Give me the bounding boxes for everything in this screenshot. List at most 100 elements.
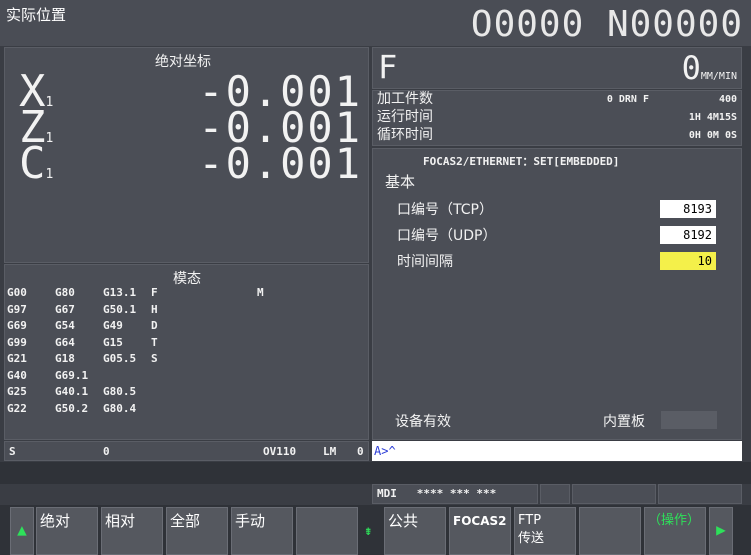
lm-value: 0 [357, 445, 364, 458]
gcode-cell [257, 401, 277, 418]
gcode-row: G00 G80 G13.1 F M [7, 285, 277, 302]
gcode-row: G22 G50.2 G80.4 [7, 401, 277, 418]
gcode-row: G99 G64 G15 T [7, 335, 277, 352]
device-valid-value: 内置板 [603, 414, 645, 430]
time-interval-field[interactable]: 10 [660, 252, 716, 270]
key-input-buffer[interactable]: A>^ [372, 441, 742, 461]
gcode-cell [257, 351, 277, 368]
s-value: 0 [103, 445, 110, 458]
gcode-cell: G49 [103, 319, 123, 332]
gcode-cell [103, 368, 151, 385]
gcode-cell: G18 [55, 352, 75, 365]
softkey-ftp-transfer[interactable]: FTP 传送 [514, 507, 576, 555]
gcode-cell: G50.2 [55, 401, 89, 415]
udp-port-field[interactable]: 8192 [660, 226, 716, 244]
softkey-blank-2[interactable] [579, 507, 641, 555]
gcode-cell: S [151, 352, 158, 365]
mode-status-bar: MDI **** *** *** [372, 484, 742, 504]
time-interval-label: 时间间隔 [397, 254, 453, 270]
softkey-next-arrow-icon[interactable]: ▶ [709, 507, 733, 555]
feed-panel: F 0MM/MIN [372, 47, 742, 89]
gcode-cell [237, 335, 257, 352]
softkey-prev-arrow-icon[interactable]: ▲ [10, 507, 34, 555]
gcode-cell: G69 [7, 319, 27, 332]
parts-extra: 0 DRN F [606, 94, 649, 105]
gcode-cell [151, 368, 237, 385]
axis-c-label: C1 [19, 138, 54, 189]
parts-count-label: 加工件数 [377, 91, 433, 107]
softkey-common[interactable]: 公共 [384, 507, 446, 555]
screen-title: 实际位置 [6, 6, 67, 24]
mode-cell-blank [540, 484, 570, 504]
gcode-cell: G80.4 [103, 401, 137, 415]
tcp-port-label: 口编号（TCP） [397, 202, 493, 218]
section-basic: 基本 [385, 173, 416, 191]
gcode-row: G21 G18 G05.5 S [7, 351, 277, 368]
gcode-cell [151, 384, 237, 401]
gcode-cell [237, 302, 257, 319]
softkey-focas2[interactable]: FOCAS2 [449, 507, 511, 555]
header-bar: 实际位置 O0000 N00000 [0, 0, 751, 46]
gcode-cell [237, 351, 257, 368]
override-value: OV110 [263, 445, 297, 458]
feed-label: F [378, 48, 398, 86]
gcode-cell: G21 [7, 352, 27, 365]
softkey-manual[interactable]: 手动 [231, 507, 293, 555]
gcode-cell: G80 [55, 286, 75, 299]
mode-cell: MDI **** *** *** [372, 484, 538, 504]
gcode-cell [237, 401, 257, 418]
gcode-cell: G64 [55, 335, 75, 349]
softkey-relative[interactable]: 相对 [101, 507, 163, 555]
gcode-cell [237, 368, 257, 385]
softkey-bar: ▲ 绝对 相对 全部 手动 ⇟ 公共 FOCAS2 FTP 传送 （操作） ▶ [0, 505, 751, 555]
focas-title: FOCAS2/ETHERNET：SET[EMBEDDED] [423, 155, 620, 168]
separator-band [0, 462, 751, 484]
s-label: S [9, 445, 16, 458]
parts-count-value: 400 [718, 94, 737, 105]
device-valid-label: 设备有效 [395, 414, 451, 430]
mode-cell-blank [572, 484, 656, 504]
tcp-port-field[interactable]: 8193 [660, 200, 716, 218]
gcode-row: G25 G40.1 G80.5 [7, 384, 277, 401]
feed-readout: 0MM/MIN [682, 50, 737, 95]
gcode-table: G00 G80 G13.1 F M G97 G67 G50.1 H G69 G54 G49 D G99 G6… [7, 285, 277, 417]
gcode-cell: G13.1 [103, 286, 137, 299]
gcode-cell: G97 [7, 302, 27, 316]
axis-c-value: -0.001 [198, 139, 362, 188]
run-info-panel: 加工件数 0 DRN F 400 运行时间 1H 4M15S 循环时间 0H 0… [372, 90, 742, 146]
run-time-label: 运行时间 [377, 109, 433, 125]
gcode-cell: G99 [7, 335, 27, 349]
gcode-cell [237, 318, 257, 335]
udp-port-label: 口编号（UDP） [397, 228, 497, 244]
gcode-cell [257, 318, 277, 335]
softkey-operation[interactable]: （操作） [644, 507, 706, 555]
gcode-row: G97 G67 G50.1 H [7, 302, 277, 319]
gcode-cell [237, 285, 257, 302]
gcode-cell: D [151, 319, 158, 332]
gcode-cell [257, 335, 277, 352]
gcode-cell: G25 [7, 385, 27, 398]
run-time-value: 1H 4M15S [688, 112, 737, 123]
device-valid-field[interactable] [661, 411, 717, 429]
softkey-all[interactable]: 全部 [166, 507, 228, 555]
gcode-cell: T [151, 335, 158, 349]
gcode-cell: G67 [55, 302, 75, 316]
softkey-blank-1[interactable] [296, 507, 358, 555]
position-panel: 绝对坐标 X1 -0.001 Z1 -0.001 C1 -0.001 [4, 47, 369, 263]
lm-label: LM [323, 445, 337, 458]
gcode-cell [257, 384, 277, 401]
mode-label: MDI [377, 487, 397, 500]
feed-unit: MM/MIN [700, 71, 737, 82]
cycle-time-label: 循环时间 [377, 127, 433, 143]
gcode-cell: G40 [7, 368, 27, 382]
focas-settings-panel: FOCAS2/ETHERNET：SET[EMBEDDED] 基本 口编号（TCP… [372, 148, 742, 440]
gcode-cell: G50.1 [103, 302, 137, 316]
gcode-cell: G69.1 [55, 368, 89, 382]
gcode-cell: G05.5 [103, 352, 137, 365]
softkey-absolute[interactable]: 绝对 [36, 507, 98, 555]
gcode-cell: H [151, 302, 158, 316]
gcode-cell: G00 [7, 286, 27, 299]
gcode-cell [257, 302, 277, 319]
program-number: O0000 N00000 [470, 4, 743, 45]
modal-panel: 模态 G00 G80 G13.1 F M G97 G67 G50.1 H G69 G54 G49 D G9… [4, 264, 369, 440]
